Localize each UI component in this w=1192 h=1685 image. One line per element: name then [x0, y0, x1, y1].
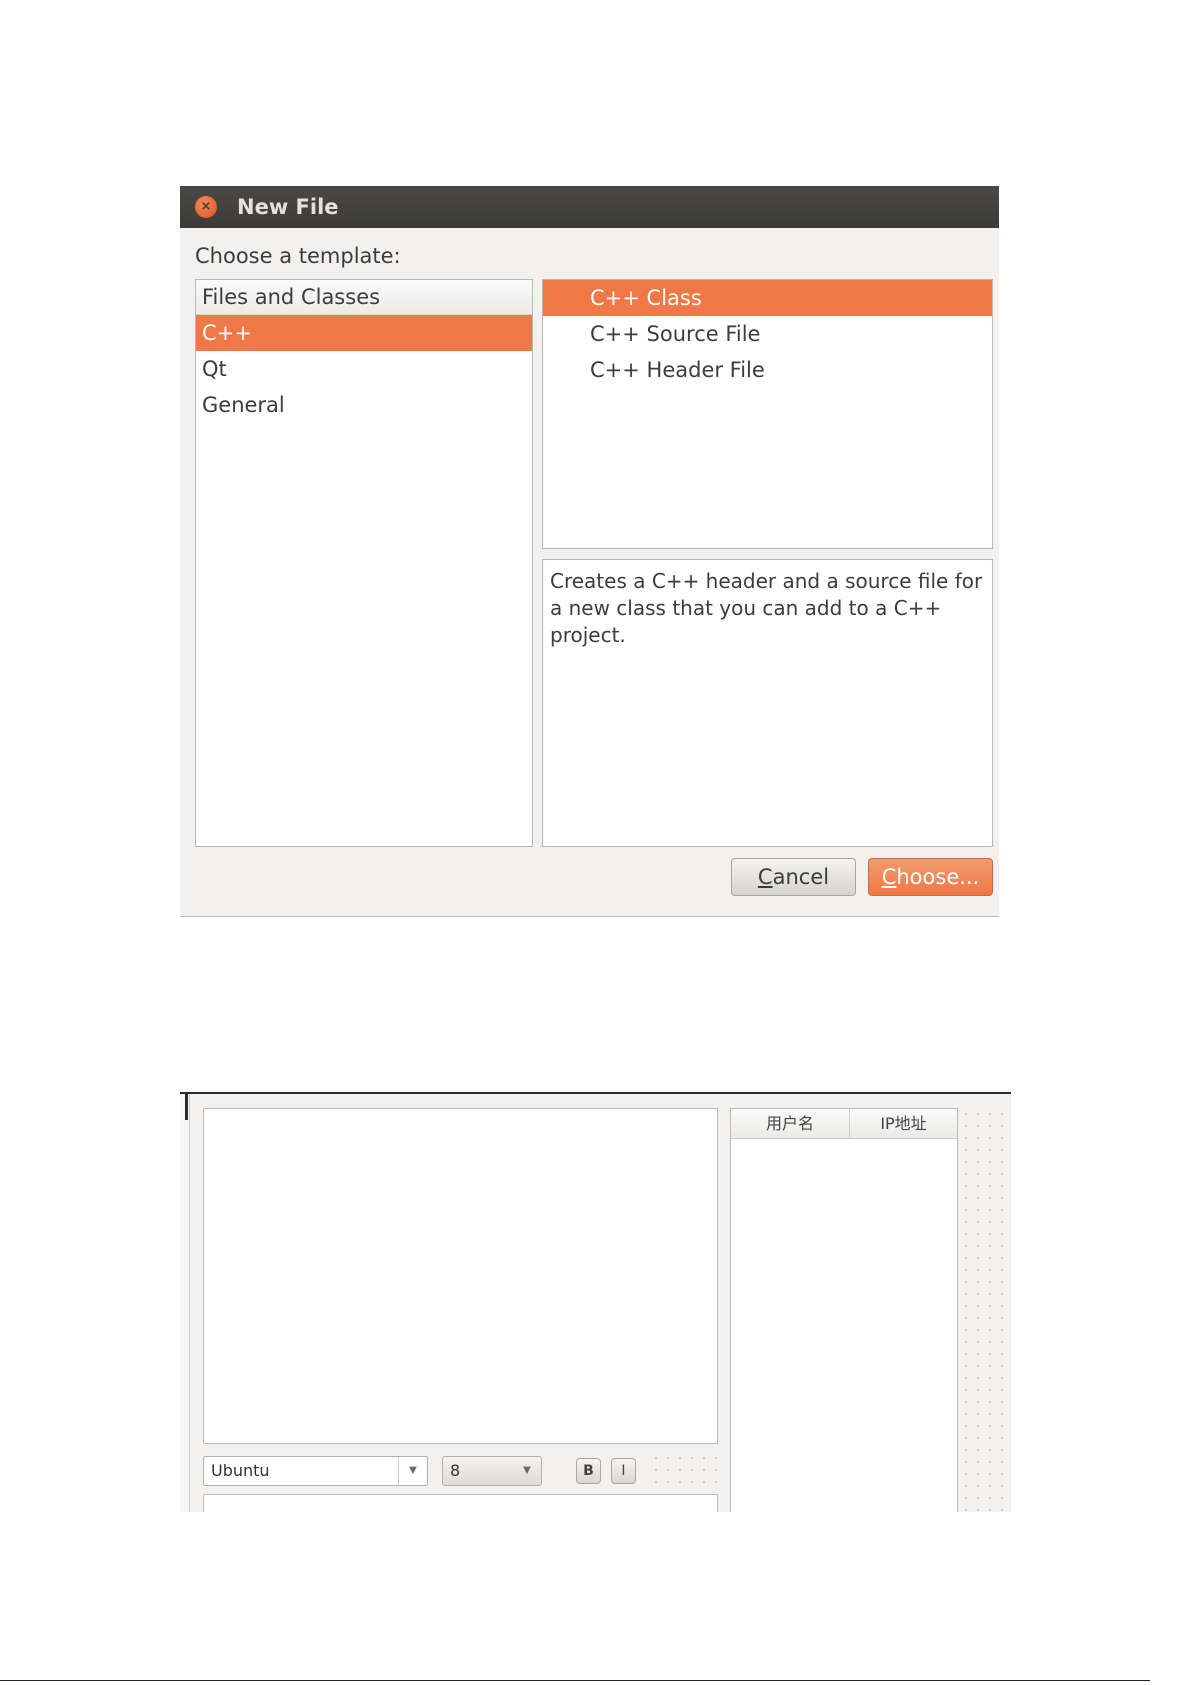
- dialog-titlebar: × New File: [180, 186, 999, 228]
- template-item-cpp-source-file[interactable]: C++ Source File: [543, 316, 992, 352]
- chevron-down-icon[interactable]: ▼: [513, 1457, 541, 1485]
- chevron-down-icon[interactable]: ▼: [398, 1457, 427, 1485]
- category-header-files-and-classes[interactable]: Files and Classes: [196, 280, 532, 315]
- choose-button[interactable]: Choose...: [868, 858, 993, 896]
- category-item-cpp[interactable]: C++: [196, 315, 532, 351]
- message-display-area[interactable]: [203, 1108, 718, 1444]
- font-size-combobox[interactable]: 8 ▼: [442, 1456, 542, 1486]
- template-item-cpp-header-file[interactable]: C++ Header File: [543, 352, 992, 388]
- category-item-general[interactable]: General: [196, 387, 532, 423]
- page-footer-line: [0, 1680, 1150, 1681]
- cancel-label: ancel: [772, 865, 830, 889]
- user-table[interactable]: 用户名 IP地址: [730, 1108, 958, 1512]
- font-size-value: 8: [450, 1461, 461, 1480]
- template-item-cpp-class[interactable]: C++ Class: [543, 280, 992, 316]
- choose-label: hoose...: [896, 865, 980, 889]
- message-input-area[interactable]: [203, 1494, 718, 1512]
- user-table-header: 用户名 IP地址: [731, 1109, 957, 1139]
- column-header-ip-address[interactable]: IP地址: [850, 1109, 957, 1138]
- template-description: Creates a C++ header and a source file f…: [550, 569, 983, 647]
- column-header-username[interactable]: 用户名: [731, 1109, 850, 1138]
- font-family-value: Ubuntu: [211, 1461, 270, 1480]
- category-item-qt[interactable]: Qt: [196, 351, 532, 387]
- italic-button[interactable]: I: [611, 1458, 636, 1484]
- bold-button[interactable]: B: [576, 1458, 601, 1484]
- cancel-mnemonic: C: [757, 865, 773, 889]
- left-side-strip: [180, 1094, 190, 1512]
- dialog-title: New File: [237, 195, 339, 219]
- cancel-button[interactable]: Cancel: [731, 858, 856, 896]
- choose-mnemonic: C: [881, 865, 897, 889]
- font-family-combobox[interactable]: Ubuntu ▼: [203, 1456, 428, 1486]
- choose-template-label: Choose a template:: [195, 244, 401, 268]
- chat-window: Ubuntu ▼ 8 ▼ B I 用户名 IP地址: [180, 1092, 1011, 1512]
- left-strip-marker: [185, 1094, 188, 1120]
- close-icon[interactable]: ×: [195, 196, 217, 218]
- category-list: Files and Classes C++ Qt General: [195, 279, 533, 847]
- new-file-dialog: × New File Choose a template: Files and …: [180, 186, 999, 916]
- designer-grid-area: [960, 1108, 1011, 1512]
- template-description-panel: Creates a C++ header and a source file f…: [542, 559, 993, 847]
- toolbar-spacer: [650, 1452, 718, 1488]
- window-top-border: [180, 1092, 1011, 1094]
- template-list: C++ Class C++ Source File C++ Header Fil…: [542, 279, 993, 549]
